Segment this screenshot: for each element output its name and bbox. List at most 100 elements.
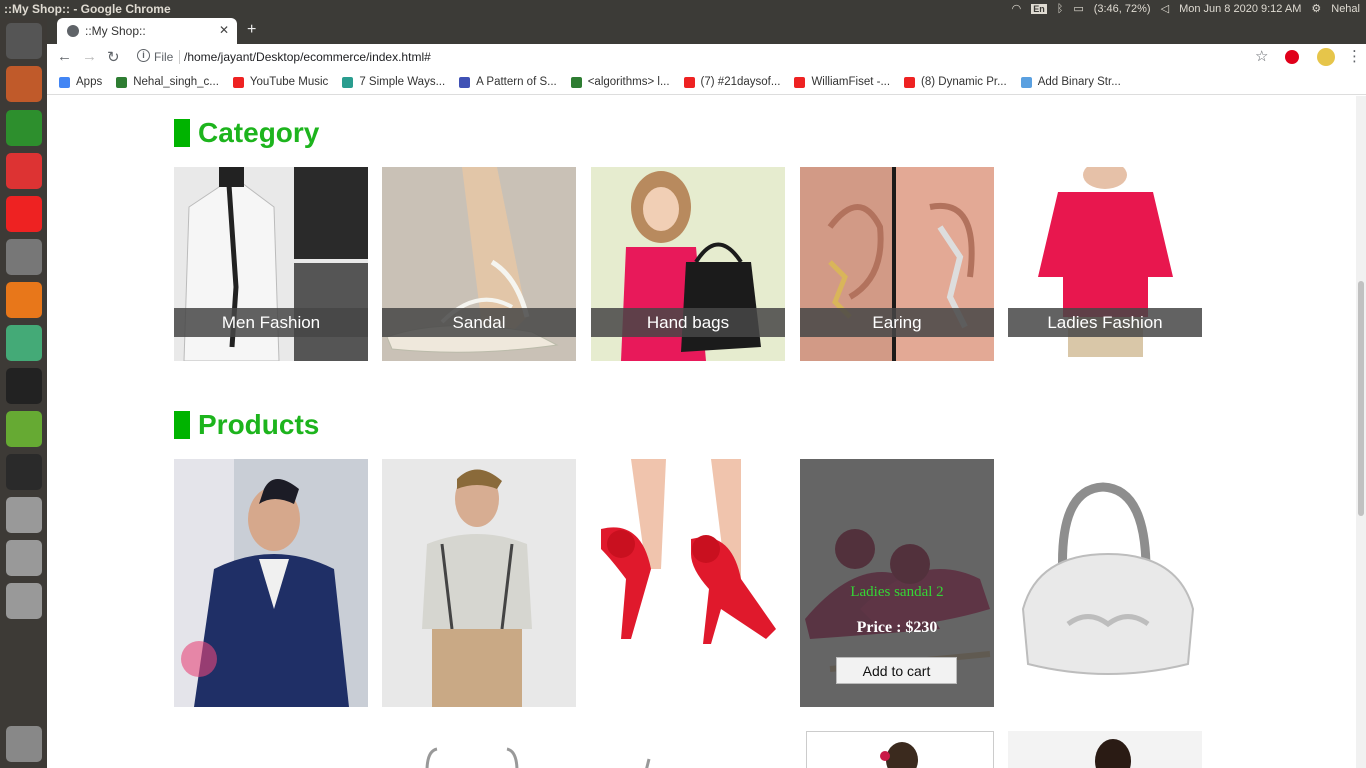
bookmarks-bar: Apps Nehal_singh_c... YouTube Music 7 Simpl…	[47, 70, 1366, 95]
bookmark-item[interactable]: <algorithms> l...	[570, 76, 670, 88]
dash-icon[interactable]	[6, 23, 42, 59]
men-casual-image	[382, 459, 576, 707]
page-scrollbar[interactable]	[1356, 96, 1366, 768]
chrome-icon[interactable]	[6, 110, 42, 146]
bookmark-item[interactable]: Nehal_singh_c...	[116, 76, 219, 88]
reload-icon[interactable]: ↻	[107, 48, 120, 66]
cube-app-icon[interactable]	[6, 325, 42, 361]
profile-avatar[interactable]	[1317, 48, 1335, 66]
product-card-red-heels[interactable]	[591, 459, 785, 707]
bookmark-label: <algorithms> l...	[587, 76, 670, 88]
bookmark-item[interactable]: Add Binary Str...	[1020, 76, 1121, 88]
bookmark-label: YouTube Music	[249, 76, 329, 88]
heading-accent-bar	[174, 411, 190, 439]
browser-toolbar: ← → ↻ i File /home/jayant/Desktop/ecomme…	[47, 44, 1366, 70]
bookmark-item[interactable]: WilliamFiset -...	[794, 76, 890, 88]
youtube-music-icon[interactable]	[6, 196, 42, 232]
forward-icon[interactable]: →	[82, 48, 97, 65]
files-icon[interactable]	[6, 66, 42, 102]
drive-2-icon[interactable]	[6, 540, 42, 576]
text-editor-icon[interactable]	[6, 239, 42, 275]
category-card-sandal[interactable]: Sandal	[382, 167, 576, 361]
product-thumb-partial	[174, 731, 368, 768]
bluetooth-icon[interactable]: ᛒ	[1057, 3, 1064, 15]
starred-app-icon[interactable]	[6, 411, 42, 447]
category-card-earing[interactable]: Earing	[800, 167, 994, 361]
battery-status[interactable]: (3:46, 72%)	[1094, 3, 1151, 15]
category-card-ladies-fashion[interactable]: Ladies Fashion	[1008, 167, 1202, 361]
bookmark-label: (7) #21daysof...	[700, 76, 781, 88]
sublime-icon[interactable]	[6, 282, 42, 318]
bookmark-favicon-icon	[459, 76, 471, 88]
info-icon[interactable]: i	[137, 49, 150, 62]
product-card-partial[interactable]	[806, 731, 994, 768]
bookmark-item[interactable]: (7) #21daysof...	[683, 76, 781, 88]
product-card-white-handbag[interactable]	[1008, 459, 1202, 707]
heading-accent-bar	[174, 119, 190, 147]
apps-grid-icon	[59, 76, 70, 88]
product-card-partial[interactable]	[382, 731, 576, 768]
scrollbar-thumb[interactable]	[1358, 281, 1364, 516]
product-thumb-partial	[807, 732, 993, 768]
extension-opera-icon[interactable]	[1285, 50, 1299, 64]
bookmark-star-icon[interactable]: ☆	[1255, 47, 1268, 65]
drive-1-icon[interactable]	[6, 497, 42, 533]
bookmark-item[interactable]: (8) Dynamic Pr...	[904, 76, 1007, 88]
category-card-men-fashion[interactable]: Men Fashion	[174, 167, 368, 361]
product-thumb-partial	[382, 731, 576, 768]
user-name[interactable]: Nehal	[1331, 3, 1360, 15]
settings-gear-icon[interactable]: ⚙	[1311, 2, 1321, 15]
product-card-men-casual[interactable]	[382, 459, 576, 707]
category-label: Sandal	[382, 308, 576, 337]
bookmark-item[interactable]: Apps	[59, 76, 102, 88]
keyboard-layout-indicator[interactable]: En	[1031, 3, 1047, 14]
clock[interactable]: Mon Jun 8 2020 9:12 AM	[1179, 3, 1301, 15]
products-heading: Products	[174, 409, 319, 441]
product-card-partial[interactable]	[1008, 731, 1202, 768]
category-label: Men Fashion	[174, 308, 368, 337]
bookmark-label: 7 Simple Ways...	[359, 76, 446, 88]
menu-kebab-icon[interactable]: ⋮	[1347, 47, 1362, 65]
product-card-partial[interactable]	[174, 731, 368, 768]
new-tab-button[interactable]: +	[247, 21, 256, 39]
trash-icon[interactable]	[6, 726, 42, 762]
red-heels-image	[591, 459, 785, 707]
men-suit-image	[174, 459, 368, 707]
editor-icon[interactable]	[6, 153, 42, 189]
product-price: Price : $230	[856, 619, 938, 636]
back-icon[interactable]: ←	[57, 48, 72, 65]
system-tray: ◠ En ᛒ ▭ (3:46, 72%) ◁ Mon Jun 8 2020 9:…	[1012, 2, 1360, 16]
category-card-hand-bags[interactable]: Hand bags	[591, 167, 785, 361]
bookmark-label: Nehal_singh_c...	[133, 76, 219, 88]
bookmark-label: A Pattern of S...	[476, 76, 557, 88]
category-heading: Category	[174, 117, 319, 149]
bookmark-item[interactable]: 7 Simple Ways...	[342, 76, 445, 88]
url-scheme: File	[154, 50, 174, 64]
close-tab-icon[interactable]: ✕	[219, 23, 229, 37]
tab-strip: ::My Shop:: ✕ +	[47, 18, 1366, 44]
wifi-icon[interactable]: ◠	[1012, 2, 1022, 15]
add-to-cart-button[interactable]: Add to cart	[836, 657, 957, 684]
intellij-icon[interactable]	[6, 368, 42, 404]
product-card-ladies-sandal-2[interactable]: Ladies sandal 2 Price : $230 Add to cart	[800, 459, 994, 707]
os-top-bar: ::My Shop:: - Google Chrome ◠ En ᛒ ▭ (3:…	[0, 0, 1366, 18]
bookmark-label: WilliamFiset -...	[811, 76, 891, 88]
product-card-partial[interactable]	[591, 731, 785, 768]
battery-icon[interactable]: ▭	[1073, 2, 1083, 15]
tab-my-shop[interactable]: ::My Shop:: ✕	[57, 18, 237, 44]
bookmark-item[interactable]: YouTube Music	[232, 76, 329, 88]
volume-icon[interactable]: ◁	[1161, 2, 1169, 15]
drive-3-icon[interactable]	[6, 583, 42, 619]
product-name[interactable]: Ladies sandal 2	[800, 584, 994, 601]
bookmark-favicon-icon	[116, 76, 128, 88]
terminal-icon[interactable]	[6, 454, 42, 490]
bookmark-favicon-icon	[794, 76, 806, 88]
product-thumb-partial	[1008, 731, 1202, 768]
bookmark-favicon-icon	[904, 76, 916, 88]
address-bar[interactable]: /home/jayant/Desktop/ecommerce/index.htm…	[184, 50, 431, 64]
bookmark-item[interactable]: A Pattern of S...	[459, 76, 557, 88]
product-card-men-suit[interactable]	[174, 459, 368, 707]
category-heading-text: Category	[198, 117, 320, 148]
category-label: Hand bags	[591, 308, 785, 337]
bookmark-favicon-icon	[232, 76, 244, 88]
